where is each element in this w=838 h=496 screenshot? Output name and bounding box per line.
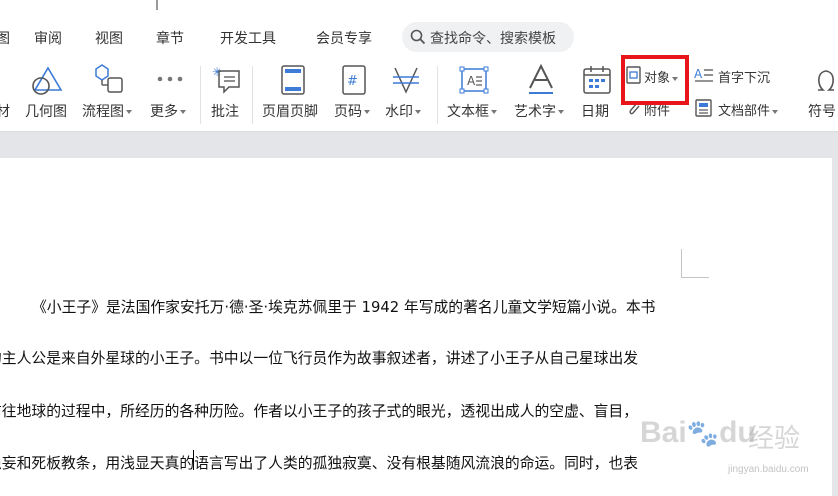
geometry-button[interactable]: 几何图 bbox=[22, 60, 72, 132]
watermark-button[interactable]: 水印 bbox=[382, 60, 432, 132]
menu-item-start-partial[interactable]: 图 bbox=[0, 28, 10, 48]
baidu-watermark: Bai🐾du 经验 jingyan.baidu.com bbox=[640, 416, 809, 475]
ribbon-toolbar: 材 几何图 流程图 更多 ✳ 批注 页眉页脚 # 页码 水印 A 文本框 艺术字… bbox=[0, 60, 838, 132]
more-shapes-button[interactable]: 更多 bbox=[146, 60, 194, 132]
comment-button[interactable]: ✳ 批注 bbox=[205, 60, 249, 132]
shape-button-partial[interactable]: 材 bbox=[0, 60, 14, 132]
menu-member[interactable]: 会员专享 bbox=[316, 28, 372, 48]
menu-developer-tools[interactable]: 开发工具 bbox=[220, 28, 276, 48]
text-cursor bbox=[193, 450, 194, 470]
paragraph-line[interactable]: 愚妄和死板教条，用浅显天真的语言写出了人类的孤独寂寞、没有根基随风流浪的命运。同… bbox=[0, 452, 638, 473]
drop-cap-button[interactable]: A 首字下沉 bbox=[692, 63, 788, 89]
flowchart-icon bbox=[95, 64, 123, 93]
flowchart-button[interactable]: 流程图 bbox=[80, 60, 138, 132]
svg-text:#: # bbox=[347, 74, 358, 89]
tab-edge bbox=[156, 0, 158, 10]
date-button[interactable]: 日期 bbox=[577, 60, 617, 132]
symbol-button[interactable]: 符号 bbox=[804, 60, 838, 132]
paragraph-line[interactable]: 的主人公是来自外星球的小王子。书中以一位飞行员作为故事叙述者，讲述了小王子从自己… bbox=[0, 347, 638, 368]
textbox-icon: A bbox=[459, 66, 489, 94]
calendar-icon bbox=[583, 66, 611, 94]
drop-cap-icon: A bbox=[694, 67, 713, 82]
separator bbox=[437, 66, 438, 124]
header-footer-button[interactable]: 页眉页脚 bbox=[258, 60, 328, 132]
textbox-button[interactable]: A 文本框 bbox=[443, 60, 507, 132]
svg-text:A: A bbox=[694, 67, 703, 81]
separator bbox=[200, 66, 201, 124]
search-icon bbox=[410, 29, 426, 45]
separator bbox=[252, 66, 253, 124]
command-search[interactable]: 查找命令、搜索模板 bbox=[402, 22, 574, 52]
paragraph-line[interactable]: 《小王子》是法国作家安托万·德·圣·埃克苏佩里于 1942 年写成的著名儿童文学… bbox=[32, 296, 655, 317]
wordart-icon bbox=[529, 64, 553, 94]
search-placeholder: 查找命令、搜索模板 bbox=[430, 31, 556, 47]
document-parts-button[interactable]: 文档部件 bbox=[692, 96, 792, 122]
margin-corner-mark bbox=[681, 249, 682, 277]
document-parts-icon bbox=[695, 99, 712, 117]
omega-icon bbox=[818, 70, 834, 91]
menu-bar: 图 审阅 视图 章节 开发工具 会员专享 查找命令、搜索模板 bbox=[0, 16, 838, 60]
watermark-icon bbox=[393, 67, 419, 94]
paragraph-line[interactable]: 前往地球的过程中，所经历的各种历险。作者以小王子的孩子式的眼光，透视出成人的空虚… bbox=[0, 400, 638, 421]
wordart-button[interactable]: 艺术字 bbox=[511, 60, 573, 132]
svg-text:✳: ✳ bbox=[212, 65, 222, 79]
menu-view[interactable]: 视图 bbox=[95, 28, 123, 48]
comment-icon: ✳ bbox=[212, 65, 240, 94]
header-footer-icon bbox=[281, 65, 305, 95]
page-number-icon: # bbox=[342, 65, 366, 95]
page-number-button[interactable]: # 页码 bbox=[332, 60, 376, 132]
svg-text:A: A bbox=[467, 74, 476, 88]
margin-corner-mark bbox=[681, 277, 709, 278]
menu-review[interactable]: 审阅 bbox=[34, 28, 62, 48]
highlight-box-object bbox=[621, 55, 689, 105]
geometry-icon bbox=[32, 66, 63, 95]
menu-chapter[interactable]: 章节 bbox=[156, 28, 184, 48]
more-icon bbox=[157, 76, 183, 82]
title-strip bbox=[0, 0, 838, 16]
